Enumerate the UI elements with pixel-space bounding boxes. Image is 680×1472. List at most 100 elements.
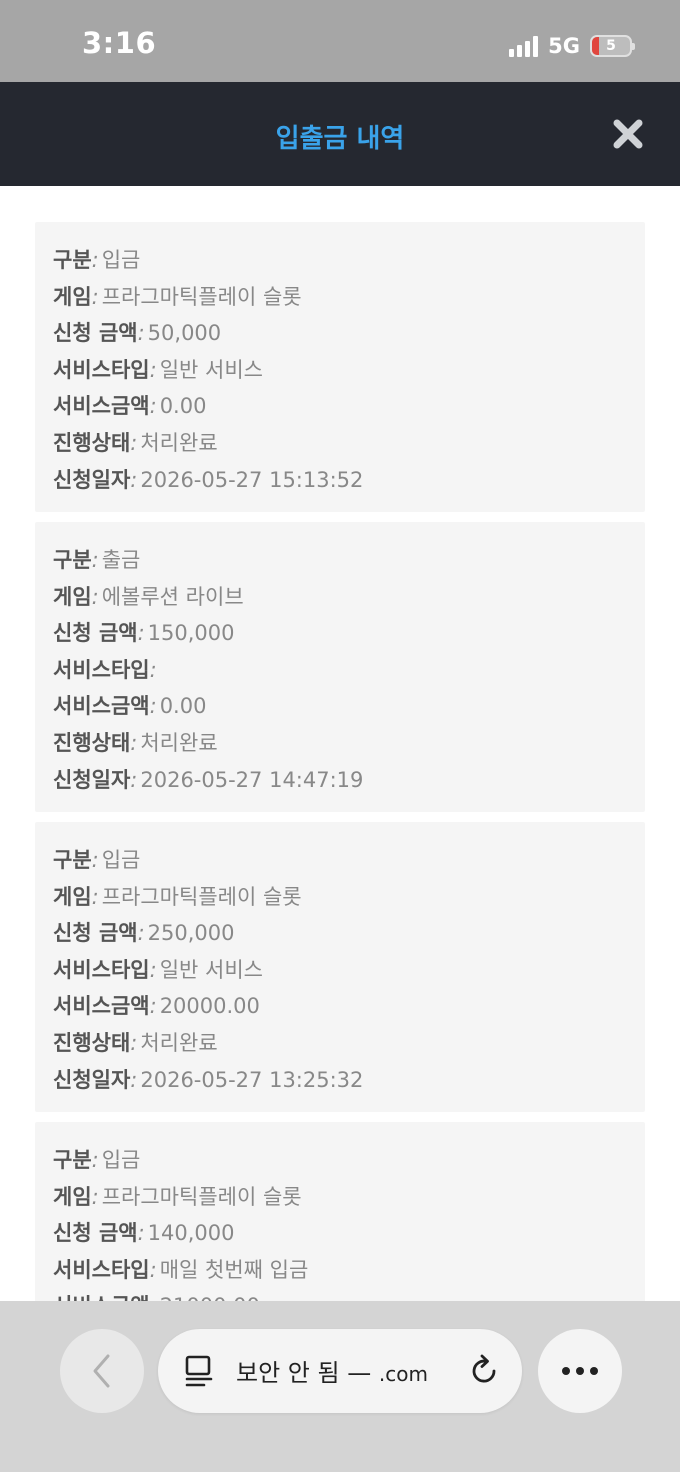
field-service-type: 서비스타입: 일반 서비스 (53, 352, 627, 389)
close-button[interactable] (612, 118, 644, 150)
field-game: 게임: 프라그마틱플레이 슬롯 (53, 879, 627, 916)
address-bar[interactable]: 보안 안 됨 — .com (158, 1329, 522, 1413)
field-game: 게임: 에볼루션 라이브 (53, 579, 627, 616)
field-label: 진행상태 (53, 430, 131, 455)
signal-icon (509, 35, 539, 57)
field-label: 서비스금액 (53, 694, 150, 719)
field-status: 진행상태: 처리완료 (53, 1025, 627, 1062)
transaction-card: 구분: 입금 게임: 프라그마틱플레이 슬롯 신청 금액: 250,000 서비스타입: 일반… (35, 822, 645, 1112)
field-value: 프라그마틱플레이 슬롯 (101, 1184, 302, 1209)
field-separator: : (137, 1221, 145, 1246)
field-label: 구분 (53, 548, 92, 572)
transaction-list: 구분: 입금 게임: 프라그마틱플레이 슬롯 신청 금액: 50,000 서비스타입: 일반 … (35, 222, 645, 1422)
field-type: 구분: 입금 (53, 242, 627, 279)
field-value: 20000.00 (159, 994, 260, 1019)
field-amount: 신청 금액: 250,000 (53, 915, 627, 952)
chevron-left-icon (93, 1354, 110, 1388)
field-label: 신청 금액 (53, 1221, 138, 1246)
field-value: 50,000 (147, 321, 222, 346)
url-text: 보안 안 됨 — .com (236, 1353, 428, 1388)
more-button[interactable] (538, 1329, 622, 1413)
field-value: 출금 (101, 548, 141, 572)
field-separator: : (137, 621, 145, 646)
field-amount: 신청 금액: 140,000 (53, 1215, 627, 1252)
field-service-type: 서비스타입: (53, 652, 627, 689)
field-service-amount: 서비스금액: 0.00 (53, 688, 627, 725)
browser-toolbar: 보안 안 됨 — .com (0, 1301, 680, 1472)
close-icon (613, 119, 643, 149)
field-value: 0.00 (159, 694, 207, 719)
field-separator: : (91, 848, 99, 872)
field-label: 서비스금액 (53, 394, 150, 419)
field-separator: : (130, 467, 138, 492)
field-separator: : (130, 1030, 138, 1055)
field-separator: : (130, 430, 138, 455)
field-label: 서비스금액 (53, 994, 150, 1019)
status-indicators: 5G 5 (509, 32, 635, 60)
field-value: 처리완료 (140, 1030, 218, 1055)
field-label: 신청 금액 (53, 921, 138, 946)
field-service-amount: 서비스금액: 20000.00 (53, 988, 627, 1025)
field-separator: : (149, 394, 157, 419)
transaction-card: 구분: 입금 게임: 프라그마틱플레이 슬롯 신청 금액: 50,000 서비스타입: 일반 … (35, 222, 645, 512)
field-label: 서비스타입 (53, 957, 150, 982)
field-label: 신청일자 (53, 767, 131, 792)
field-label: 구분 (53, 848, 92, 872)
field-label: 진행상태 (53, 1030, 131, 1055)
battery-icon: 5 (590, 35, 635, 57)
field-separator: : (130, 730, 138, 755)
field-date: 신청일자: 2026-05-27 13:25:32 (53, 1062, 627, 1099)
status-bar: 3:16 5G 5 (0, 0, 680, 82)
field-separator: : (149, 657, 157, 682)
field-value: 0.00 (159, 394, 207, 419)
page-title: 입출금 내역 (275, 124, 405, 154)
field-value: 입금 (101, 248, 141, 272)
url-domain: .com (378, 1362, 428, 1386)
field-value: 처리완료 (140, 730, 218, 755)
field-amount: 신청 금액: 150,000 (53, 615, 627, 652)
field-separator: : (91, 248, 99, 272)
field-separator: : (130, 767, 138, 792)
field-value: 처리완료 (140, 430, 218, 455)
field-value: 250,000 (147, 921, 235, 946)
battery-level: 5 (606, 38, 616, 54)
field-label: 신청일자 (53, 467, 131, 492)
field-label: 진행상태 (53, 730, 131, 755)
tabs-icon[interactable] (184, 1355, 214, 1387)
field-date: 신청일자: 2026-05-27 14:47:19 (53, 762, 627, 799)
field-separator: : (137, 921, 145, 946)
field-status: 진행상태: 처리완료 (53, 425, 627, 462)
field-separator: : (91, 1184, 99, 1209)
app-header: 입출금 내역 (0, 82, 680, 186)
field-type: 구분: 출금 (53, 542, 627, 579)
field-type: 구분: 입금 (53, 842, 627, 879)
field-separator: : (149, 1257, 157, 1282)
field-label: 신청 금액 (53, 621, 138, 646)
field-value: 프라그마틱플레이 슬롯 (101, 284, 302, 309)
field-label: 게임 (53, 584, 92, 609)
field-service-type: 서비스타입: 일반 서비스 (53, 952, 627, 989)
field-value: 일반 서비스 (159, 957, 263, 982)
reload-icon[interactable] (468, 1353, 500, 1387)
field-label: 서비스타입 (53, 1257, 150, 1282)
field-value: 2026-05-27 15:13:52 (140, 467, 364, 492)
field-label: 서비스타입 (53, 657, 150, 682)
status-time: 3:16 (82, 26, 157, 60)
field-separator: : (130, 1067, 138, 1092)
field-label: 게임 (53, 284, 92, 309)
field-value: 프라그마틱플레이 슬롯 (101, 884, 302, 909)
field-separator: : (91, 584, 99, 609)
field-value: 150,000 (147, 621, 235, 646)
field-label: 서비스타입 (53, 357, 150, 382)
field-game: 게임: 프라그마틱플레이 슬롯 (53, 1179, 627, 1216)
field-label: 구분 (53, 1148, 92, 1172)
field-value: 일반 서비스 (159, 357, 263, 382)
field-value: 입금 (101, 1148, 141, 1172)
field-separator: : (91, 548, 99, 572)
back-button[interactable] (60, 1329, 144, 1413)
more-icon (562, 1367, 598, 1375)
field-value: 입금 (101, 848, 141, 872)
field-value: 에볼루션 라이브 (101, 584, 244, 609)
field-value: 2026-05-27 13:25:32 (140, 1067, 364, 1092)
field-type: 구분: 입금 (53, 1142, 627, 1179)
